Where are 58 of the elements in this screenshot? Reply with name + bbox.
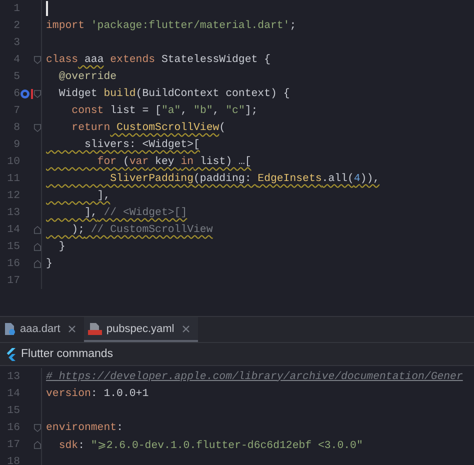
line-number: 12: [6, 190, 20, 202]
override-icon[interactable]: [20, 88, 34, 100]
line-number: 15: [6, 240, 20, 252]
file-tab[interactable]: pubspec.yaml: [84, 317, 198, 342]
line-number: 16: [6, 258, 20, 270]
line-number: 3: [12, 36, 20, 48]
code-line: ], // <Widget>[]: [83, 206, 188, 218]
line-number: 6: [12, 88, 20, 100]
toolbar-label[interactable]: Flutter commands: [21, 348, 114, 360]
line-number: 4: [12, 54, 20, 66]
file-icon: [4, 322, 16, 336]
code-line: const list = ["a", "b", "c"];: [70, 104, 258, 116]
line-number: 13: [6, 206, 20, 218]
file-tab[interactable]: aaa.dart: [0, 317, 84, 342]
line-number: 15: [6, 404, 20, 416]
code-line: sdk: "⩾2.6.0-dev.1.0.flutter-d6c6d12ebf <3.0.0": [58, 438, 363, 452]
line-number: 10: [6, 156, 20, 168]
line-number: 8: [12, 122, 20, 134]
line-number: 13: [6, 370, 20, 382]
code-line: @override: [58, 70, 117, 82]
fold-icon[interactable]: [34, 224, 41, 234]
flutter-logo-icon: [5, 348, 16, 360]
code-line: # https://developer.apple.com/library/archive/documentation/Gener: [46, 370, 463, 382]
close-icon[interactable]: [182, 324, 190, 332]
code-line: Widget build(BuildContext context) {: [58, 88, 290, 100]
line-number: 11: [6, 172, 20, 184]
line-number: 1: [12, 2, 20, 14]
fold-icon[interactable]: [34, 54, 41, 64]
code-line: ); // CustomScrollView: [70, 224, 213, 236]
line-number: 2: [12, 20, 20, 32]
code-line: import 'package:flutter/material.dart';: [46, 20, 296, 32]
file-icon: [88, 322, 102, 336]
fold-icon[interactable]: [34, 242, 41, 252]
code-line: }: [46, 258, 52, 270]
close-icon[interactable]: [68, 324, 76, 332]
code-line: for (var key in list) …[: [96, 156, 252, 168]
line-number: 17: [6, 274, 20, 286]
line-number: 14: [6, 388, 20, 400]
line-number: 18: [6, 456, 20, 465]
line-number: 14: [6, 224, 20, 236]
line-number: 7: [12, 104, 20, 116]
code-line: ],: [96, 190, 110, 202]
line-number: 9: [12, 138, 20, 150]
line-number: 5: [12, 70, 20, 82]
code-line: }: [58, 240, 66, 252]
fold-icon[interactable]: [34, 258, 41, 268]
code-line: environment:: [46, 422, 123, 434]
line-number: 16: [6, 422, 20, 434]
fold-icon[interactable]: [34, 122, 41, 132]
code-line: version: 1.0.0+1: [46, 388, 149, 400]
code-line: return CustomScrollView(: [70, 122, 226, 134]
code-line: SliverPadding(padding: EdgeInsets.all(4)),: [109, 172, 380, 184]
code-line: slivers: <Widget>[: [83, 138, 200, 150]
fold-icon[interactable]: [34, 422, 41, 432]
line-number: 17: [6, 438, 20, 450]
code-line: class aaa extends StatelessWidget {: [46, 54, 270, 66]
fold-icon[interactable]: [34, 88, 41, 98]
fold-icon[interactable]: [34, 440, 41, 450]
